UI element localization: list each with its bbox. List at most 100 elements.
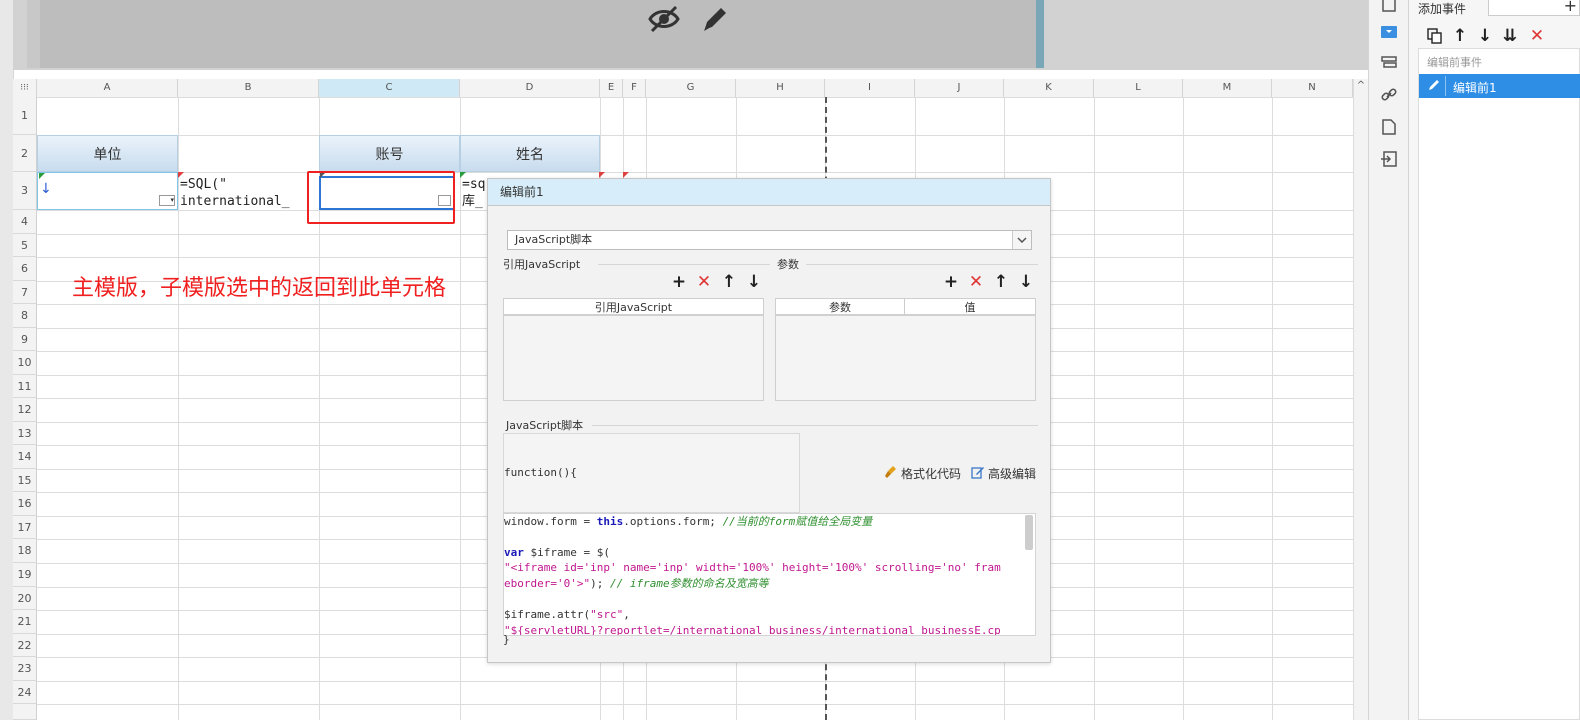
plus-icon[interactable]: + — [1564, 0, 1577, 15]
column-header-a[interactable]: A — [37, 79, 178, 97]
move-up-event-button[interactable]: ↑ — [1449, 26, 1471, 46]
column-header-j[interactable]: J — [915, 79, 1004, 97]
row-header-24[interactable]: 24 — [13, 681, 37, 704]
column-header-e[interactable]: E — [600, 79, 623, 97]
cell-d3-line2[interactable]: 库_ — [462, 193, 487, 210]
row-header-11[interactable]: 11 — [13, 375, 37, 398]
document-icon[interactable] — [1378, 116, 1400, 138]
column-header-m[interactable]: M — [1183, 79, 1272, 97]
row-header-23[interactable]: 23 — [13, 657, 37, 681]
move-down-event-button[interactable]: ↓ — [1474, 26, 1496, 46]
row-header-2[interactable]: 2 — [13, 135, 37, 172]
cell-a2[interactable]: 单位 — [37, 135, 178, 172]
script-type-select[interactable]: JavaScript脚本 — [507, 230, 1032, 250]
move-up-ref-js-button[interactable]: ↑ — [718, 272, 740, 292]
row-header-19[interactable]: 19 — [13, 563, 37, 587]
move-up-param-button[interactable]: ↑ — [990, 272, 1012, 292]
row-header-12[interactable]: 12 — [13, 398, 37, 422]
row-header-10[interactable]: 10 — [13, 351, 37, 375]
column-header-h[interactable]: H — [736, 79, 825, 97]
column-header-g[interactable]: G — [646, 79, 736, 97]
row-header-8[interactable]: 8 — [13, 304, 37, 328]
row-header-21[interactable]: 21 — [13, 610, 37, 634]
cell-c2[interactable]: 账号 — [319, 135, 460, 172]
vertical-scrollbar[interactable]: ^ — [1353, 79, 1368, 720]
close-icon: ✕ — [968, 272, 984, 292]
cell-b3-line1[interactable]: =SQL(" — [180, 176, 316, 193]
column-header-d[interactable]: D — [460, 79, 600, 97]
preview-panel — [40, 0, 1040, 68]
delete-ref-js-button[interactable]: ✕ — [693, 272, 715, 292]
params-table[interactable]: 参数 值 — [775, 298, 1036, 401]
event-editor-dialog: 编辑前1 JavaScript脚本 引用JavaScript 参数 + ✕ ↑ … — [487, 178, 1051, 663]
divider — [806, 264, 1038, 265]
column-header-n[interactable]: N — [1272, 79, 1353, 97]
delete-param-button[interactable]: ✕ — [965, 272, 987, 292]
ref-js-list[interactable]: 引用JavaScript — [503, 298, 764, 401]
row-header-6[interactable]: 6 — [13, 257, 37, 281]
column-header-c[interactable]: C — [319, 79, 460, 97]
grid-column-line — [1353, 97, 1354, 720]
column-header-i[interactable]: I — [825, 79, 915, 97]
row-header-17[interactable]: 17 — [13, 516, 37, 539]
cell-d2[interactable]: 姓名 — [460, 135, 600, 172]
select-all-corner[interactable]: ⁝⁝⁝ — [13, 79, 37, 97]
side-toolbar — [1368, 0, 1409, 720]
row-header-9[interactable]: 9 — [13, 328, 37, 351]
row-header-7[interactable]: 7 — [13, 281, 37, 304]
code-line-6: "${servletURL}?reportlet=/international_… — [504, 624, 1001, 636]
code-scrollbar[interactable] — [1025, 515, 1033, 550]
function-close-text: } — [503, 633, 510, 646]
copy-event-button[interactable] — [1424, 26, 1446, 46]
column-header-k[interactable]: K — [1004, 79, 1094, 97]
row-header-25[interactable] — [13, 704, 37, 720]
add-ref-js-button[interactable]: + — [668, 272, 690, 292]
widget-settings-icon[interactable] — [1378, 21, 1400, 43]
format-code-button[interactable]: 格式化代码 — [884, 465, 961, 482]
eye-off-icon[interactable] — [646, 2, 682, 36]
move-down-param-button[interactable]: ↓ — [1015, 272, 1037, 292]
row-header-13[interactable]: 13 — [13, 422, 37, 445]
row-header-15[interactable]: 15 — [13, 469, 37, 492]
layers-icon[interactable] — [1378, 52, 1400, 74]
column-header-f[interactable]: F — [623, 79, 646, 97]
row-header-14[interactable]: 14 — [13, 445, 37, 469]
left-gutter — [0, 0, 14, 720]
import-icon[interactable] — [1378, 148, 1400, 170]
move-bottom-event-button[interactable]: ⇊ — [1499, 26, 1521, 46]
scroll-up-icon[interactable]: ^ — [1354, 79, 1368, 93]
cell-d3-line1[interactable]: =sq — [462, 176, 487, 193]
code-editor[interactable]: window.form = this.options.form; //当前的fo… — [503, 513, 1036, 636]
column-header-b[interactable]: B — [178, 79, 319, 97]
event-group-label: 编辑前事件 — [1427, 56, 1482, 69]
row-header-22[interactable]: 22 — [13, 634, 37, 657]
row-header-5[interactable]: 5 — [13, 234, 37, 257]
pencil-icon[interactable] — [697, 2, 733, 36]
advanced-edit-button[interactable]: 高级编辑 — [971, 465, 1036, 482]
move-down-ref-js-button[interactable]: ↓ — [743, 272, 765, 292]
row-header-4[interactable]: 4 — [13, 210, 37, 234]
cell-a3[interactable]: ↓ ▾ — [37, 172, 178, 210]
arrow-down-icon: ↓ — [1018, 272, 1034, 292]
cell-marker-icon — [460, 172, 466, 178]
dropdown-widget-icon[interactable]: ▾ — [159, 195, 175, 206]
row-header-18[interactable]: 18 — [13, 539, 37, 563]
value-column-header: 值 — [964, 301, 976, 314]
row-header-16[interactable]: 16 — [13, 492, 37, 516]
delete-event-button[interactable]: ✕ — [1526, 26, 1548, 46]
add-event-box[interactable]: + — [1488, 0, 1580, 16]
cell-b3-line2[interactable]: international_ — [180, 193, 316, 210]
row-header-1[interactable]: 1 — [13, 97, 37, 135]
chevron-down-icon[interactable] — [1012, 231, 1031, 249]
code-line-2: var $iframe = $( — [504, 546, 610, 559]
script-section-label: JavaScript脚本 — [506, 419, 584, 432]
divider — [592, 425, 1038, 426]
column-header-l[interactable]: L — [1094, 79, 1183, 97]
square-icon[interactable] — [1378, 0, 1400, 16]
link-icon[interactable] — [1378, 84, 1400, 106]
row-header-20[interactable]: 20 — [13, 587, 37, 610]
event-item-selected[interactable]: 编辑前1 — [1419, 74, 1580, 98]
row-header-3[interactable]: 3 — [13, 172, 37, 210]
add-param-button[interactable]: + — [940, 272, 962, 292]
plus-icon: + — [943, 272, 959, 292]
